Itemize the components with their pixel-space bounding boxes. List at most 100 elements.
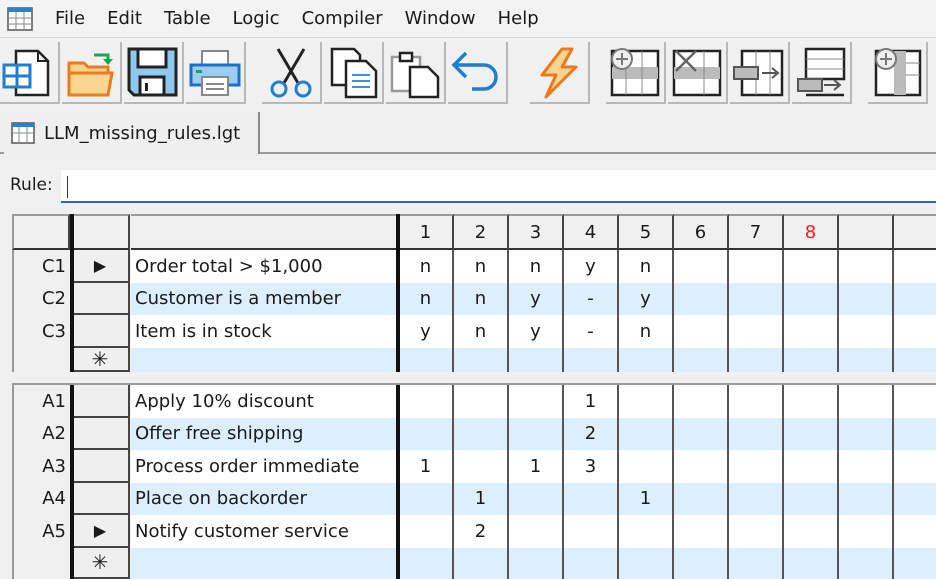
action-value-cell[interactable] xyxy=(784,515,839,548)
append-row-button[interactable] xyxy=(792,42,852,104)
condition-value-cell[interactable]: y xyxy=(509,315,564,348)
condition-value-cell[interactable] xyxy=(784,282,839,315)
action-value-cell[interactable] xyxy=(894,547,936,579)
action-value-cell[interactable] xyxy=(454,417,509,450)
rule-column-header[interactable]: 6 xyxy=(674,214,729,250)
condition-value-cell[interactable]: y xyxy=(509,282,564,315)
condition-value-cell[interactable]: y xyxy=(564,250,619,283)
action-value-cell[interactable]: 1 xyxy=(564,385,619,418)
menu-file[interactable]: File xyxy=(44,8,96,29)
row-selector[interactable] xyxy=(72,315,130,348)
insert-column-button[interactable] xyxy=(868,42,928,104)
action-value-cell[interactable] xyxy=(894,450,936,483)
rule-column-header[interactable] xyxy=(894,214,936,250)
condition-text[interactable]: Order total > $1,000 xyxy=(131,250,397,283)
row-selector[interactable] xyxy=(72,417,130,450)
condition-text[interactable]: Customer is a member xyxy=(131,282,397,315)
action-value-cell[interactable] xyxy=(619,515,674,548)
action-value-cell[interactable] xyxy=(399,482,454,515)
action-value-cell[interactable] xyxy=(729,547,784,579)
action-text[interactable]: Place on backorder xyxy=(131,482,397,515)
menu-edit[interactable]: Edit xyxy=(96,8,153,29)
action-value-cell[interactable] xyxy=(454,547,509,579)
rule-column-header[interactable]: 4 xyxy=(564,214,619,250)
condition-value-cell[interactable] xyxy=(839,282,894,315)
condition-value-cell[interactable]: n xyxy=(399,250,454,283)
action-value-cell[interactable] xyxy=(729,450,784,483)
action-value-cell[interactable] xyxy=(784,450,839,483)
action-value-cell[interactable] xyxy=(839,450,894,483)
action-text[interactable] xyxy=(131,547,397,579)
rule-column-header[interactable] xyxy=(839,214,894,250)
action-value-cell[interactable] xyxy=(839,515,894,548)
paste-button[interactable] xyxy=(386,42,446,104)
rule-column-header[interactable]: 3 xyxy=(509,214,564,250)
action-value-cell[interactable] xyxy=(399,385,454,418)
action-value-cell[interactable]: 1 xyxy=(619,482,674,515)
action-value-cell[interactable] xyxy=(839,547,894,579)
condition-value-cell[interactable] xyxy=(894,347,936,372)
condition-value-cell[interactable]: n xyxy=(619,315,674,348)
rule-column-header[interactable]: 2 xyxy=(454,214,509,250)
move-row-button[interactable] xyxy=(730,42,790,104)
condition-value-cell[interactable]: - xyxy=(564,282,619,315)
condition-value-cell[interactable]: - xyxy=(564,315,619,348)
condition-value-cell[interactable] xyxy=(674,282,729,315)
condition-text[interactable] xyxy=(131,347,397,372)
condition-value-cell[interactable] xyxy=(839,250,894,283)
action-value-cell[interactable] xyxy=(784,385,839,418)
condition-value-cell[interactable]: n xyxy=(454,315,509,348)
rule-input[interactable] xyxy=(61,170,936,203)
action-text[interactable]: Apply 10% discount xyxy=(131,385,397,418)
action-value-cell[interactable] xyxy=(674,482,729,515)
copy-button[interactable] xyxy=(324,42,384,104)
action-value-cell[interactable] xyxy=(784,482,839,515)
action-text[interactable]: Notify customer service xyxy=(131,515,397,548)
menu-compiler[interactable]: Compiler xyxy=(291,8,394,29)
action-value-cell[interactable] xyxy=(399,547,454,579)
row-selector[interactable] xyxy=(72,385,130,418)
undo-button[interactable] xyxy=(448,42,508,104)
rule-column-header[interactable]: 1 xyxy=(399,214,454,250)
action-value-cell[interactable] xyxy=(564,515,619,548)
action-value-cell[interactable] xyxy=(894,515,936,548)
action-value-cell[interactable] xyxy=(564,547,619,579)
menu-help[interactable]: Help xyxy=(487,8,550,29)
menu-table[interactable]: Table xyxy=(153,8,222,29)
action-value-cell[interactable] xyxy=(454,450,509,483)
action-value-cell[interactable] xyxy=(894,482,936,515)
condition-value-cell[interactable]: y xyxy=(619,282,674,315)
action-value-cell[interactable] xyxy=(399,515,454,548)
condition-text[interactable]: Item is in stock xyxy=(131,315,397,348)
action-value-cell[interactable] xyxy=(729,482,784,515)
row-selector[interactable]: ▶ xyxy=(72,515,130,548)
condition-value-cell[interactable] xyxy=(399,347,454,372)
new-row-asterisk-icon[interactable]: ✳ xyxy=(72,547,130,579)
action-value-cell[interactable] xyxy=(564,482,619,515)
condition-value-cell[interactable] xyxy=(454,347,509,372)
compile-button[interactable] xyxy=(530,42,590,104)
condition-value-cell[interactable] xyxy=(894,282,936,315)
action-value-cell[interactable] xyxy=(674,417,729,450)
condition-value-cell[interactable] xyxy=(564,347,619,372)
row-selector[interactable]: ▶ xyxy=(72,250,130,283)
menu-logic[interactable]: Logic xyxy=(222,8,291,29)
action-value-cell[interactable]: 2 xyxy=(564,417,619,450)
condition-value-cell[interactable]: n xyxy=(619,250,674,283)
condition-value-cell[interactable] xyxy=(674,315,729,348)
action-value-cell[interactable] xyxy=(784,547,839,579)
condition-value-cell[interactable] xyxy=(729,347,784,372)
action-value-cell[interactable]: 1 xyxy=(509,450,564,483)
action-value-cell[interactable] xyxy=(839,417,894,450)
action-value-cell[interactable] xyxy=(509,547,564,579)
action-value-cell[interactable] xyxy=(729,515,784,548)
condition-value-cell[interactable] xyxy=(839,315,894,348)
cut-button[interactable] xyxy=(262,42,322,104)
row-selector[interactable] xyxy=(72,282,130,315)
new-table-button[interactable] xyxy=(0,42,60,104)
condition-value-cell[interactable]: y xyxy=(399,315,454,348)
action-value-cell[interactable] xyxy=(454,385,509,418)
condition-value-cell[interactable] xyxy=(509,347,564,372)
action-value-cell[interactable] xyxy=(509,515,564,548)
open-button[interactable] xyxy=(62,42,122,104)
